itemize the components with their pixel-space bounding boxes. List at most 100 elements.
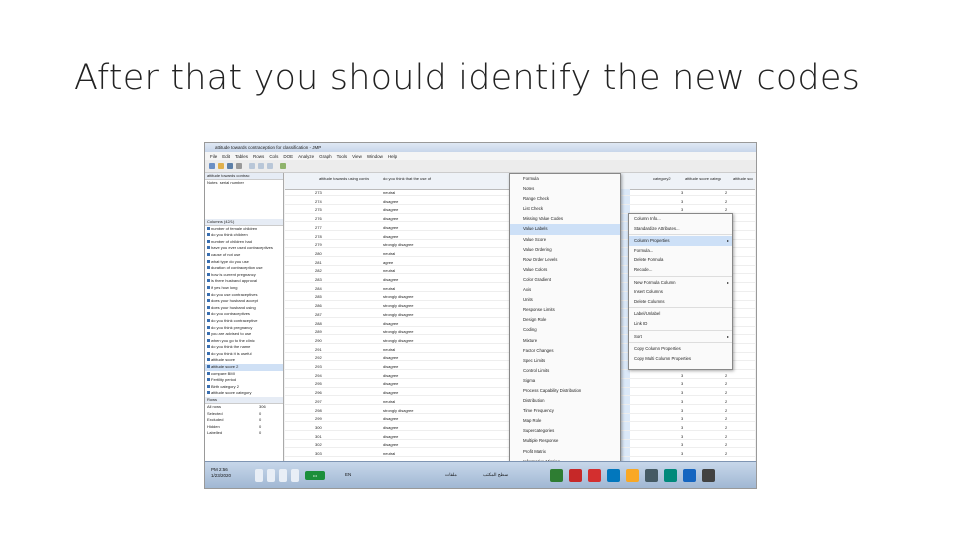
menu-item[interactable]: Coding [510,325,620,335]
menu-item[interactable]: Color Gradient [510,275,620,285]
column-list-item[interactable]: you are advised to use [205,331,283,338]
menu-item[interactable]: Value Labels [510,224,620,235]
run-icon[interactable] [280,163,286,169]
column-list-item[interactable]: have you ever used contraceptives [205,245,283,252]
new-table-icon[interactable] [209,163,215,169]
pinned-app-icon[interactable] [683,469,696,482]
menu-item[interactable]: Distribution [510,396,620,406]
menu-item[interactable]: Value Ordering [510,245,620,255]
menu-item[interactable]: Process Capability Distribution [510,386,620,396]
rows-header[interactable]: Rows [205,397,283,405]
menu-item[interactable]: Delete Columns [629,297,732,307]
menu-rows[interactable]: Rows [253,154,264,159]
menu-item[interactable]: Axis [510,285,620,295]
menu-item[interactable]: Row Order Levels [510,255,620,265]
menu-item[interactable]: Response Limits [510,305,620,315]
column-header[interactable]: attitude score category [685,176,721,181]
column-list-item[interactable]: do you use contraceptives [205,292,283,299]
tray-icon[interactable] [267,469,275,482]
column-header[interactable]: category2 [653,176,671,181]
menu-graph[interactable]: Graph [319,154,332,159]
column-list-item[interactable]: when you go to the clinic [205,338,283,345]
pinned-app-icon[interactable] [645,469,658,482]
column-list-item[interactable]: do you contraceptives [205,311,283,318]
print-icon[interactable] [236,163,242,169]
menu-item[interactable]: Insert Columns [629,287,732,297]
menu-item[interactable]: Column Info... [629,214,732,224]
pinned-app-icon[interactable] [626,469,639,482]
taskbar-label[interactable]: ملفات [445,472,457,478]
menu-item[interactable]: Link ID [629,319,732,329]
menu-item[interactable]: Value Score [510,235,620,245]
menu-tables[interactable]: Tables [235,154,248,159]
menu-item[interactable]: Units [510,295,620,305]
paste-icon[interactable] [267,163,273,169]
copy-icon[interactable] [258,163,264,169]
menu-item[interactable]: Sigma [510,376,620,386]
menu-item[interactable]: Sort [629,332,732,342]
pinned-app-icon[interactable] [569,469,582,482]
column-list-item[interactable]: cause of not use [205,252,283,259]
column-list-item[interactable]: do you think contraceptive [205,318,283,325]
column-list-item[interactable]: attitude score [205,357,283,364]
menu-item[interactable]: Control Limits [510,366,620,376]
language-indicator[interactable]: EN [345,472,351,477]
column-list-item[interactable]: do you think pregnancy [205,325,283,332]
column-list-item[interactable]: what type do you use [205,259,283,266]
menu-item[interactable]: Formula... [629,246,732,256]
menu-item[interactable]: Time Frequency [510,406,620,416]
column-list-item[interactable]: do you think children [205,232,283,239]
column-header[interactable]: attitude score [733,176,753,181]
menu-item[interactable]: Missing Value Codes [510,214,620,224]
volume-icon[interactable] [291,469,299,482]
menu-window[interactable]: Window [367,154,383,159]
column-list-item[interactable]: Birth category 2 [205,384,283,391]
menu-item[interactable]: Copy Column Properties [629,344,732,354]
menu-edit[interactable]: Edit [222,154,230,159]
menu-tools[interactable]: Tools [337,154,348,159]
column-list-item[interactable]: do you think the name [205,344,283,351]
menu-item[interactable]: Multiple Response [510,436,620,446]
column-list-item[interactable]: does your husband using [205,305,283,312]
pinned-app-icon[interactable] [588,469,601,482]
menu-item[interactable]: Factor Changes [510,346,620,356]
column-list-item[interactable]: compare BMI [205,371,283,378]
column-list-item[interactable]: how is current pregnancy [205,272,283,279]
column-list-item[interactable]: does your husband accept [205,298,283,305]
column-header[interactable]: attitude towards using contraceptive [319,176,369,181]
column-list-item[interactable]: number of female children [205,226,283,233]
pinned-app-icon[interactable] [550,469,563,482]
menu-item[interactable]: List Check [510,204,620,214]
menu-item[interactable]: Recode... [629,265,732,275]
menu-item[interactable]: Supercategories [510,426,620,436]
menu-cols[interactable]: Cols [269,154,278,159]
menu-analyze[interactable]: Analyze [298,154,314,159]
menu-item[interactable]: Formula [510,174,620,184]
pinned-app-icon[interactable] [702,469,715,482]
menu-item[interactable]: Profit Matrix [510,447,620,457]
menu-item[interactable]: Design Role [510,315,620,325]
taskbar-label[interactable]: سطح المكتب [483,472,508,478]
pinned-app-icon[interactable] [664,469,677,482]
menu-item[interactable]: Standardize Attributes... [629,224,732,234]
menu-file[interactable]: File [210,154,217,159]
menu-item[interactable]: Delete Formula [629,255,732,265]
battery-icon[interactable]: ••• [305,471,325,480]
menu-item[interactable]: Column Properties [629,236,732,246]
menu-help[interactable]: Help [388,154,397,159]
menu-item[interactable]: Value Colors [510,265,620,275]
column-list-item[interactable]: if yes how long [205,285,283,292]
menu-item[interactable]: Label/Unlabel [629,309,732,319]
open-icon[interactable] [218,163,224,169]
menu-item[interactable]: Notes [510,184,620,194]
menu-item[interactable]: New Formula Column [629,278,732,288]
menu-view[interactable]: View [352,154,362,159]
menu-item[interactable]: Range Check [510,194,620,204]
column-list-item[interactable]: is there husband approval [205,278,283,285]
menu-item[interactable]: Copy Multi Column Properties [629,354,732,364]
menu-doe[interactable]: DOE [283,154,293,159]
menu-item[interactable]: Mixture [510,336,620,346]
show-desktop-icon[interactable] [255,469,263,482]
menu-item[interactable]: Spec Limits [510,356,620,366]
column-list-item[interactable]: Fertility period [205,377,283,384]
